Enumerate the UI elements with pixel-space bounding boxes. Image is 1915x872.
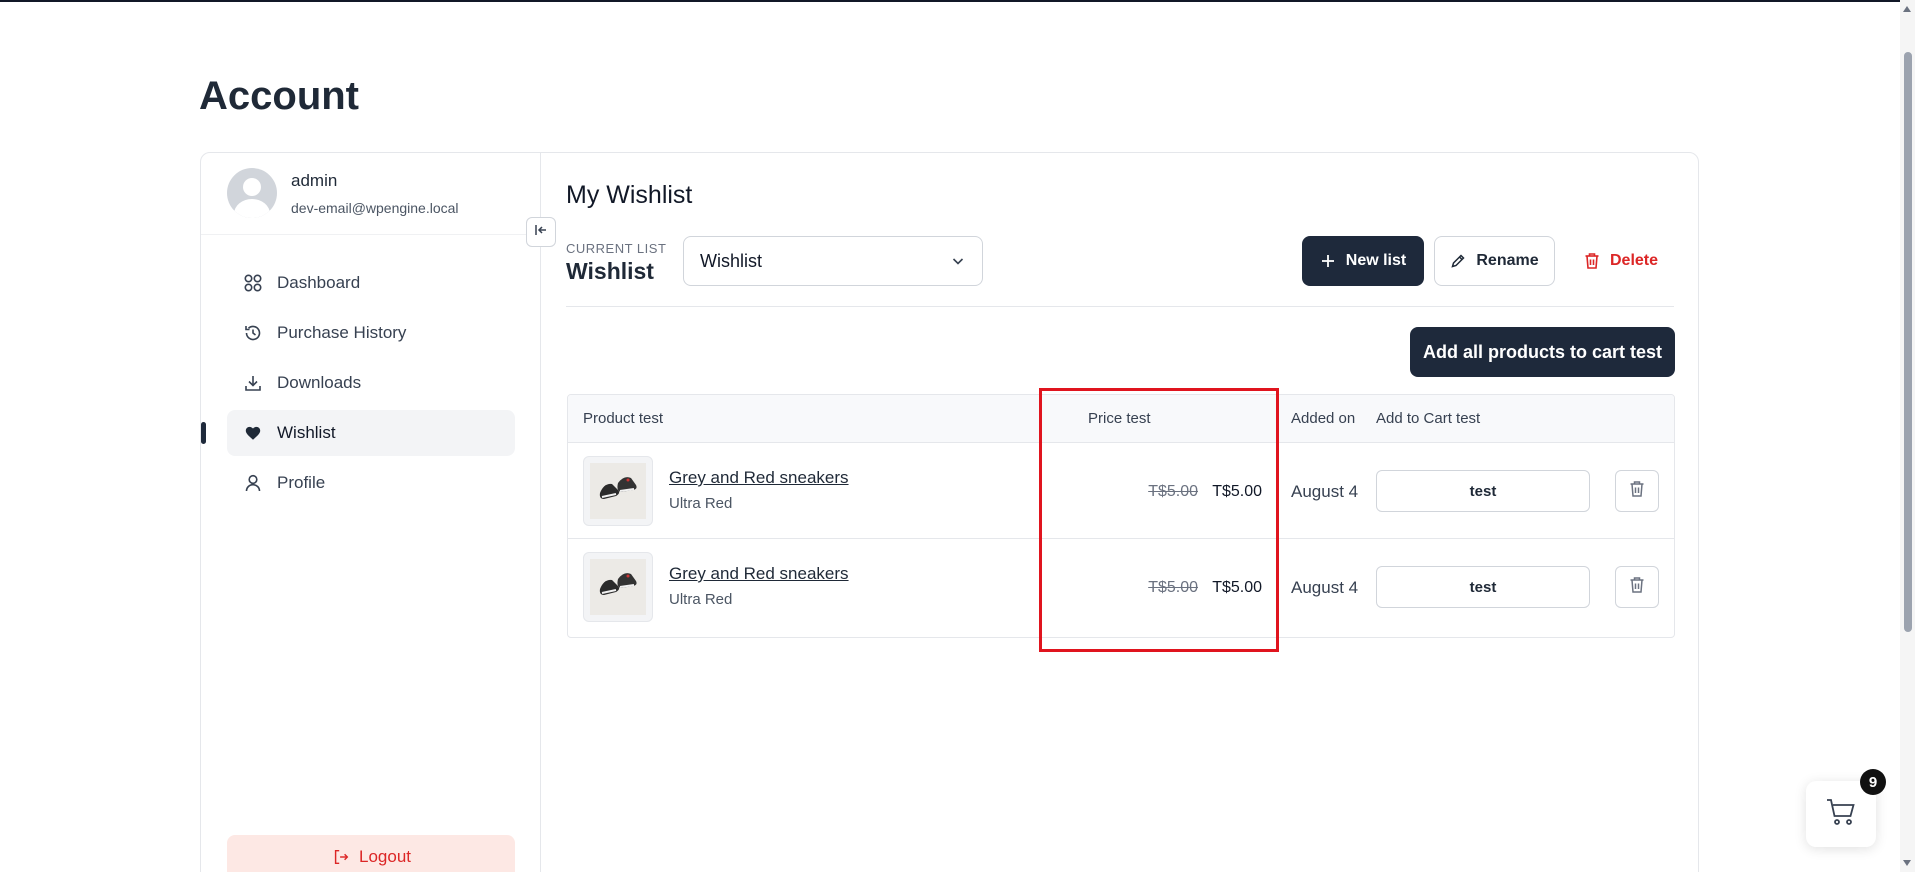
add-all-to-cart-button[interactable]: Add all products to cart test bbox=[1410, 327, 1675, 377]
scroll-up-arrow[interactable] bbox=[1903, 6, 1911, 12]
sidebar-item-dashboard[interactable]: Dashboard bbox=[227, 260, 515, 306]
added-on-date: August 4 bbox=[1291, 578, 1359, 597]
sidebar-item-label: Downloads bbox=[277, 373, 362, 392]
new-list-button[interactable]: New list bbox=[1302, 236, 1424, 286]
product-thumbnail[interactable] bbox=[583, 552, 653, 622]
table-row: Grey and Red sneakers Ultra Red T$5.00 T… bbox=[568, 443, 1674, 539]
trash-icon bbox=[1584, 252, 1600, 270]
trash-icon bbox=[1629, 480, 1645, 503]
account-card: admin dev-email@wpengine.local Dashboard bbox=[200, 152, 1699, 872]
collapse-icon bbox=[534, 223, 548, 242]
rename-button[interactable]: Rename bbox=[1434, 236, 1555, 286]
sidebar-item-label: Dashboard bbox=[277, 273, 361, 292]
product-variant: Ultra Red bbox=[669, 591, 733, 608]
user-block: admin dev-email@wpengine.local bbox=[201, 153, 541, 235]
sidebar-item-purchase-history[interactable]: Purchase History bbox=[227, 310, 515, 356]
plus-icon bbox=[1320, 253, 1336, 269]
cart-icon bbox=[1825, 797, 1857, 832]
sidebar-item-downloads[interactable]: Downloads bbox=[227, 360, 515, 406]
wishlist-table: Product test Price test Added on Add to … bbox=[567, 394, 1675, 638]
added-on-date: August 4 bbox=[1291, 482, 1359, 501]
wishlist-select[interactable]: Wishlist bbox=[683, 236, 983, 286]
add-to-cart-button[interactable]: test bbox=[1376, 566, 1590, 608]
logout-button[interactable]: Logout bbox=[227, 835, 515, 872]
top-border bbox=[0, 0, 1915, 2]
header-price: Price test bbox=[1088, 410, 1151, 427]
sidebar-nav: Dashboard Purchase History Downloads Wis… bbox=[201, 260, 515, 510]
chevron-down-icon bbox=[950, 253, 966, 274]
user-icon bbox=[243, 473, 263, 493]
download-icon bbox=[243, 373, 263, 393]
trash-icon bbox=[1629, 576, 1645, 599]
user-name: admin bbox=[291, 171, 338, 190]
table-header: Product test Price test Added on Add to … bbox=[568, 395, 1674, 443]
sidebar-item-wishlist[interactable]: Wishlist bbox=[201, 410, 515, 456]
avatar bbox=[227, 168, 277, 218]
sidebar-item-label: Purchase History bbox=[277, 323, 407, 342]
sneaker-image bbox=[590, 559, 646, 615]
logout-label: Logout bbox=[359, 847, 411, 866]
new-list-label: New list bbox=[1345, 252, 1407, 269]
price-sale: T$5.00 bbox=[1212, 483, 1262, 500]
current-list-label: CURRENT LIST bbox=[566, 241, 667, 256]
header-product: Product test bbox=[583, 410, 664, 427]
sidebar-item-profile[interactable]: Profile bbox=[227, 460, 515, 506]
header-add-to-cart: Add to Cart test bbox=[1376, 410, 1481, 427]
floating-cart-button[interactable]: 9 bbox=[1806, 769, 1886, 847]
scrollbar-thumb[interactable] bbox=[1904, 52, 1912, 632]
scroll-down-arrow[interactable] bbox=[1903, 860, 1911, 866]
main-content: My Wishlist CURRENT LIST Wishlist Wishli… bbox=[566, 153, 1676, 872]
rename-label: Rename bbox=[1476, 252, 1539, 269]
add-to-cart-button[interactable]: test bbox=[1376, 470, 1590, 512]
product-name-link[interactable]: Grey and Red sneakers bbox=[669, 564, 849, 584]
price-original: T$5.00 bbox=[1148, 483, 1198, 500]
collapse-sidebar-button[interactable] bbox=[526, 217, 556, 247]
header-added-on: Added on bbox=[1291, 410, 1356, 427]
sidebar-item-label: Profile bbox=[277, 473, 326, 492]
wishlist-title: My Wishlist bbox=[566, 181, 693, 209]
pencil-icon bbox=[1450, 253, 1466, 269]
grid-icon bbox=[243, 273, 263, 293]
product-name-link[interactable]: Grey and Red sneakers bbox=[669, 468, 849, 488]
cart-count-badge: 9 bbox=[1860, 769, 1886, 795]
sidebar-item-label: Wishlist bbox=[277, 423, 336, 442]
price-original: T$5.00 bbox=[1148, 579, 1198, 596]
delete-list-button[interactable]: Delete bbox=[1568, 236, 1674, 286]
history-icon bbox=[243, 323, 263, 343]
product-variant: Ultra Red bbox=[669, 495, 733, 512]
delete-label: Delete bbox=[1609, 252, 1659, 269]
remove-item-button[interactable] bbox=[1615, 566, 1659, 608]
wishlist-select-value: Wishlist bbox=[700, 250, 762, 271]
page-title: Account bbox=[199, 74, 359, 118]
remove-item-button[interactable] bbox=[1615, 470, 1659, 512]
product-thumbnail[interactable] bbox=[583, 456, 653, 526]
user-email: dev-email@wpengine.local bbox=[291, 200, 459, 216]
logout-icon bbox=[331, 847, 351, 867]
active-indicator bbox=[201, 422, 206, 444]
divider bbox=[566, 306, 1674, 307]
current-list-name: Wishlist bbox=[566, 258, 654, 284]
page-scrollbar[interactable] bbox=[1900, 0, 1915, 872]
heart-icon bbox=[243, 423, 263, 443]
price-sale: T$5.00 bbox=[1212, 579, 1262, 596]
table-row: Grey and Red sneakers Ultra Red T$5.00 T… bbox=[568, 539, 1674, 635]
sneaker-image bbox=[590, 463, 646, 519]
sidebar: admin dev-email@wpengine.local Dashboard bbox=[201, 153, 541, 872]
